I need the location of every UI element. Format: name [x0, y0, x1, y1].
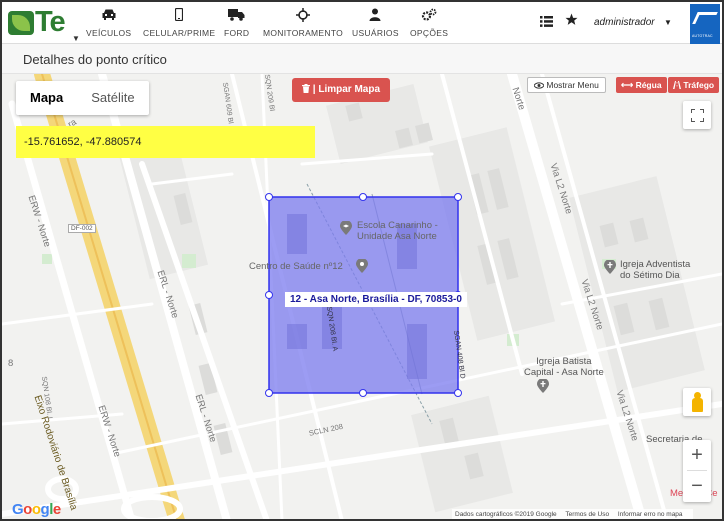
nav-item-opcoes[interactable]: OPÇÕES	[410, 8, 448, 38]
user-menu[interactable]: administrador	[594, 17, 655, 28]
poi-adventist-label: Igreja Adventista do Sétimo Dia	[620, 259, 691, 281]
map-attribution: Dados cartográficos ©2019 Google Termos …	[452, 509, 693, 519]
health-icon	[356, 258, 368, 276]
church-icon	[604, 259, 616, 277]
nav-label: OPÇÕES	[410, 28, 449, 38]
fullscreen-button[interactable]	[683, 101, 711, 129]
clear-map-label: | Limpar Mapa	[312, 84, 381, 95]
road-label-8: 8	[8, 358, 14, 369]
google-letter: o	[31, 501, 41, 518]
poi-baptist-label: Igreja Batista Capital - Asa Norte	[524, 356, 604, 378]
poi-health-label: Centro de Saúde nº12	[249, 261, 343, 272]
nav-item-celular[interactable]: CELULAR/PRIME	[143, 7, 216, 38]
clear-map-button[interactable]: | Limpar Mapa	[292, 78, 391, 102]
google-letter: g	[40, 501, 50, 518]
road-icon	[673, 80, 683, 90]
show-menu-button[interactable]: Mostrar Menu	[527, 77, 606, 93]
nav-label: VEÍCULOS	[86, 28, 132, 38]
arrows-horizontal-icon: ⟷	[621, 80, 634, 90]
terms-link[interactable]: Termos de Uso	[565, 511, 609, 518]
caret-down-icon: ▼	[664, 18, 672, 27]
nav-label: MONITORAMENTO	[263, 28, 344, 38]
report-error-link[interactable]: Informar erro no mapa	[618, 511, 683, 518]
zoom-out-button[interactable]: −	[683, 471, 711, 501]
ruler-label: Régua	[635, 80, 662, 90]
nav-item-veiculos[interactable]: VEÍCULOS	[86, 8, 131, 38]
road-label-df002: DF-002	[68, 224, 96, 233]
ruler-button[interactable]: ⟷ Régua	[616, 77, 667, 93]
chevron-down-icon: ▼	[72, 34, 80, 43]
poi-school-label: Escola Canarinho - Unidade Asa Norte	[357, 220, 438, 242]
page-title: Detalhes do ponto crítico	[23, 52, 167, 67]
nav-item-usuarios[interactable]: USUÁRIOS	[352, 8, 399, 38]
fullscreen-icon	[689, 107, 705, 123]
map-type-tabs: Mapa Satélite	[16, 81, 149, 115]
nav-label: FORD	[224, 28, 250, 38]
user-icon	[352, 8, 399, 24]
tab-mapa[interactable]: Mapa	[16, 81, 77, 115]
list-icon[interactable]	[540, 14, 553, 30]
crosshair-icon	[263, 8, 343, 24]
coordinates-box: -15.761652, -47.880574	[16, 126, 315, 158]
leaf-logo-icon	[8, 11, 34, 35]
car-icon	[86, 8, 131, 24]
map-canvas[interactable]: Escola Canarinho - Unidade Asa Norte Cen…	[2, 74, 722, 519]
app-window: Te ▼ VEÍCULOS CELULAR/PRIME FORD MONITOR…	[0, 0, 724, 521]
zoom-control: + −	[683, 440, 711, 502]
zoom-in-button[interactable]: +	[683, 440, 711, 470]
gears-icon	[410, 8, 448, 24]
tab-satelite[interactable]: Satélite	[77, 81, 148, 115]
google-letter: e	[52, 501, 61, 518]
traffic-label: Tráfego	[683, 80, 715, 90]
pegman-body	[692, 398, 703, 412]
nav-item-ford[interactable]: FORD	[224, 8, 249, 38]
top-navbar: Te ▼ VEÍCULOS CELULAR/PRIME FORD MONITOR…	[2, 2, 722, 44]
school-icon	[340, 220, 352, 238]
page-header: Detalhes do ponto crítico	[2, 44, 722, 74]
autotrac-logo: AUTOTRAC	[690, 4, 720, 44]
google-letter: o	[23, 501, 32, 518]
autotrac-text: AUTOTRAC	[692, 34, 713, 38]
church-icon	[537, 378, 549, 396]
eye-icon	[533, 80, 546, 90]
app-logo[interactable]: Te ▼	[8, 6, 80, 43]
address-label: 12 - Asa Norte, Brasília - DF, 70853-0	[285, 292, 467, 307]
nav-item-monitoramento[interactable]: MONITORAMENTO	[263, 8, 343, 38]
map-data-credit: Dados cartográficos ©2019 Google	[455, 511, 557, 518]
truck-icon	[224, 8, 249, 24]
google-letter: G	[12, 501, 24, 518]
show-menu-label: Mostrar Menu	[546, 80, 599, 90]
autotrac-mark-icon	[692, 12, 718, 24]
traffic-button[interactable]: Tráfego	[668, 77, 720, 93]
nav-label: USUÁRIOS	[352, 28, 399, 38]
street-view-pegman[interactable]	[683, 388, 711, 416]
phone-icon	[143, 7, 215, 24]
logo-text: Te	[35, 6, 66, 38]
star-icon[interactable]	[565, 13, 578, 29]
nav-label: CELULAR/PRIME	[143, 28, 216, 38]
google-logo[interactable]: Google	[12, 501, 61, 518]
trash-icon	[302, 84, 313, 95]
